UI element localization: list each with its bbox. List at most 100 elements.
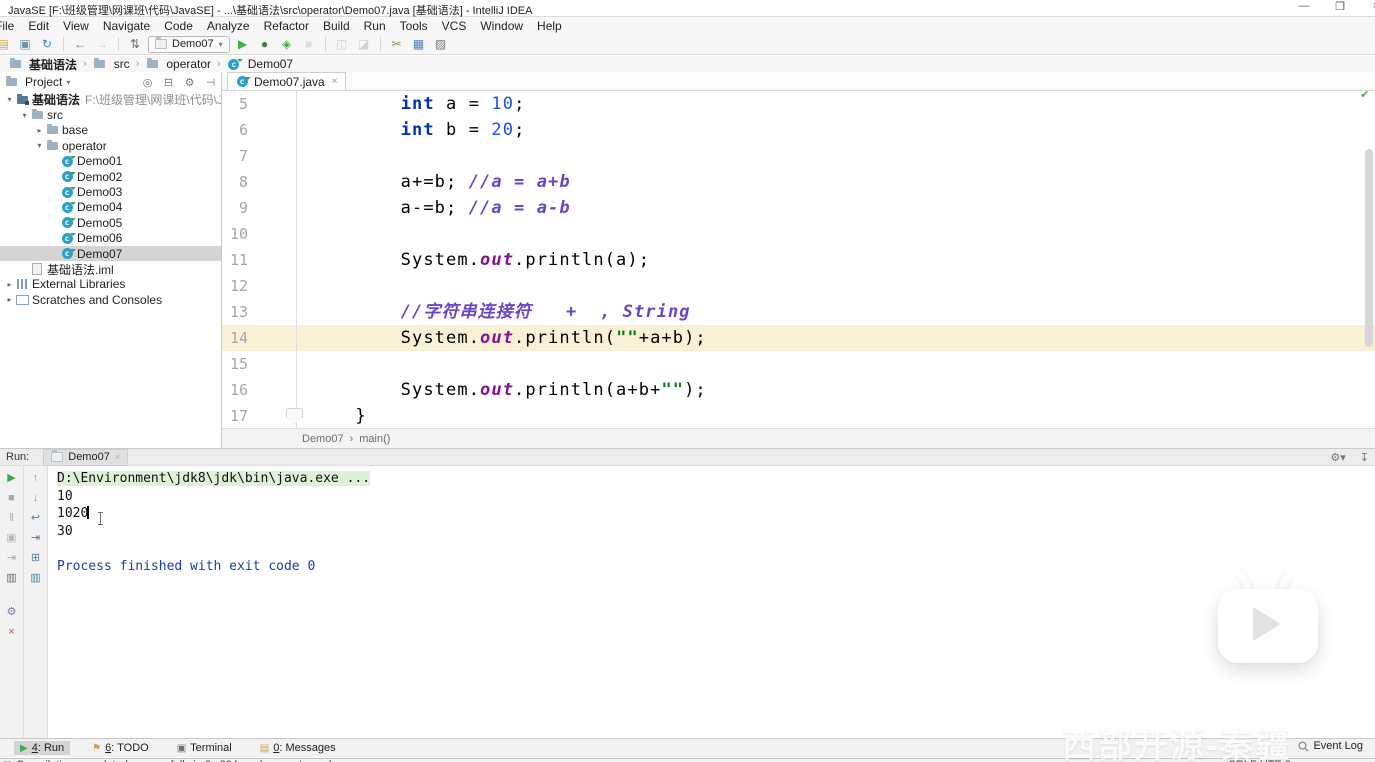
menu-refactor[interactable]: Refactor — [257, 19, 316, 33]
stop-icon[interactable]: ■ — [5, 491, 19, 505]
code-line-15[interactable]: 15 — [222, 351, 1375, 377]
line-number[interactable]: 5 — [222, 91, 248, 117]
code-line-8[interactable]: 8 a+=b; //a = a+b — [222, 169, 1375, 195]
locate-file-icon[interactable]: ◎ — [141, 76, 154, 89]
toolwindow-todo[interactable]: ⚑ 6: TODO — [86, 741, 155, 755]
tree-item-external-libraries[interactable]: ▸ External Libraries — [0, 277, 221, 292]
code-line-10[interactable]: 10 — [222, 221, 1375, 247]
tree-item-demo06[interactable]: c Demo06 — [0, 230, 221, 246]
plugin-icon[interactable]: ▨ — [432, 37, 450, 51]
tree-item-base[interactable]: ▸ base — [0, 123, 221, 138]
code-line-12[interactable]: 12 — [222, 273, 1375, 299]
line-number[interactable]: 17 — [222, 403, 248, 428]
code-line-16[interactable]: 16 System.out.println(a+b+""); — [222, 377, 1375, 403]
open-file-icon[interactable]: ▤ — [0, 37, 12, 51]
pause-output-icon[interactable]: ‖ — [5, 511, 19, 525]
close-icon[interactable]: × — [5, 625, 19, 639]
project-panel-title[interactable]: Project — [25, 75, 62, 89]
line-number[interactable]: 16 — [222, 377, 248, 403]
back-icon[interactable]: ← — [71, 37, 89, 51]
menu-file[interactable]: File — [0, 19, 21, 33]
menu-view[interactable]: View — [56, 19, 96, 33]
structure-grid-icon[interactable]: ▦ — [410, 37, 428, 51]
line-number[interactable]: 13 — [222, 299, 248, 325]
code-line-11[interactable]: 11 System.out.println(a); — [222, 247, 1375, 273]
hide-panel-icon[interactable]: ⊣ — [204, 76, 217, 89]
synchronize-icon[interactable]: ↻ — [38, 37, 56, 51]
breadcrumb-基础语法[interactable]: 基础语法 — [6, 56, 79, 73]
print-icon[interactable]: ⊞ — [29, 551, 43, 565]
line-number[interactable]: 8 — [222, 169, 248, 195]
line-number[interactable]: 11 — [222, 247, 248, 273]
close-button[interactable]: × — [1369, 0, 1375, 13]
editor-area[interactable]: 5 int a = 10; 6 int b = 20; 7 8 a+=b; //a =… — [222, 91, 1375, 428]
inspections-ok-icon[interactable]: ✔ — [1360, 88, 1369, 101]
collapse-all-icon[interactable]: ⊟ — [162, 76, 175, 89]
exit-icon[interactable]: ⇥ — [5, 551, 19, 565]
line-number[interactable]: 14 — [222, 325, 248, 351]
hide-panel-icon[interactable]: ↧ — [1360, 451, 1369, 464]
console-icon[interactable]: ▥ — [5, 571, 19, 585]
patch-icon[interactable]: ✂ — [388, 37, 406, 51]
tree-item-demo02[interactable]: c Demo02 — [0, 168, 221, 184]
toolwindow-run[interactable]: ▶ 4: Run — [14, 741, 71, 755]
tree-item-基础语法[interactable]: ▾ 基础语法 F:\班级管理\网课班\代码\JavaSE\基础 — [0, 92, 221, 107]
menu-vcs[interactable]: VCS — [435, 19, 474, 33]
close-icon[interactable]: × — [332, 76, 338, 87]
line-number[interactable]: 15 — [222, 351, 248, 377]
menu-build[interactable]: Build — [316, 19, 357, 33]
tree-item-src[interactable]: ▾ src — [0, 107, 221, 122]
breadcrumb-src[interactable]: src — [91, 57, 132, 71]
up-stack-trace-icon[interactable]: ↑ — [29, 471, 43, 485]
menu-navigate[interactable]: Navigate — [96, 19, 157, 33]
tree-item-demo01[interactable]: c Demo01 — [0, 153, 221, 169]
breadcrumb-operator[interactable]: operator — [143, 57, 213, 71]
code-line-17[interactable]: 17 } — [222, 403, 1375, 428]
editor-scrollbar[interactable] — [1365, 149, 1373, 347]
tree-arrow-icon[interactable]: ▾ — [4, 95, 15, 104]
console-settings-gear-icon[interactable]: ⚙▾ — [1330, 451, 1345, 464]
editor-breadcrumb-method[interactable]: main() — [359, 433, 390, 445]
menu-code[interactable]: Code — [157, 19, 200, 33]
tree-item-operator[interactable]: ▾ operator — [0, 138, 221, 153]
tree-arrow-icon[interactable]: ▸ — [34, 126, 45, 135]
maximize-button[interactable]: ❐ — [1333, 0, 1347, 13]
tree-arrow-icon[interactable]: ▾ — [34, 141, 45, 150]
menu-tools[interactable]: Tools — [393, 19, 435, 33]
restore-layout-icon[interactable]: ▣ — [5, 531, 19, 545]
run-icon[interactable]: ▶ — [234, 37, 252, 51]
clear-all-icon[interactable]: ▥ — [29, 571, 43, 585]
code-line-9[interactable]: 9 a-=b; //a = a-b — [222, 195, 1375, 221]
close-icon[interactable]: × — [115, 452, 120, 462]
editor-breadcrumb-class[interactable]: Demo07 — [302, 433, 344, 445]
breadcrumb-demo07[interactable]: c Demo07 — [225, 56, 295, 71]
scroll-to-end-icon[interactable]: ⇥ — [29, 531, 43, 545]
coverage-icon[interactable]: ◈ — [278, 37, 296, 51]
code-line-7[interactable]: 7 — [222, 143, 1375, 169]
menu-run[interactable]: Run — [357, 19, 393, 33]
tree-item-scratches-and-consoles[interactable]: ▸ Scratches and Consoles — [0, 292, 221, 307]
tree-item-demo07[interactable]: c Demo07 — [0, 245, 221, 262]
line-number[interactable]: 12 — [222, 273, 248, 299]
sort-icon[interactable]: ⇅ — [126, 37, 144, 51]
tab-demo07-java[interactable]: c Demo07.java × — [227, 72, 346, 90]
debug-icon[interactable]: ● — [256, 37, 274, 51]
code-line-5[interactable]: 5 int a = 10; — [222, 91, 1375, 117]
run-console[interactable]: D:\Environment\jdk8\jdk\bin\java.exe ...… — [48, 466, 1375, 738]
soft-wrap-icon[interactable]: ↩ — [29, 511, 43, 525]
minimize-button[interactable]: — — [1297, 0, 1311, 13]
toolwindow-messages[interactable]: ▤ 0: Messages — [254, 741, 342, 755]
tree-item-demo05[interactable]: c Demo05 — [0, 215, 221, 230]
line-number[interactable]: 6 — [222, 117, 248, 143]
toolwindow-terminal[interactable]: ▣ Terminal — [171, 741, 238, 755]
tree-arrow-icon[interactable]: ▸ — [4, 295, 15, 304]
down-stack-trace-icon[interactable]: ↓ — [29, 491, 43, 505]
rerun-icon[interactable]: ▶ — [5, 471, 19, 485]
run-configuration-combo[interactable]: Demo07 ▾ — [148, 35, 230, 53]
code-line-13[interactable]: 13 //字符串连接符 + , String — [222, 299, 1375, 325]
save-all-icon[interactable]: ▣ — [16, 37, 34, 51]
settings-gear-icon[interactable]: ⚙ — [183, 76, 196, 89]
tree-arrow-icon[interactable]: ▾ — [19, 111, 30, 120]
menu-window[interactable]: Window — [473, 19, 530, 33]
run-tab-demo07[interactable]: Demo07 × — [43, 448, 129, 466]
